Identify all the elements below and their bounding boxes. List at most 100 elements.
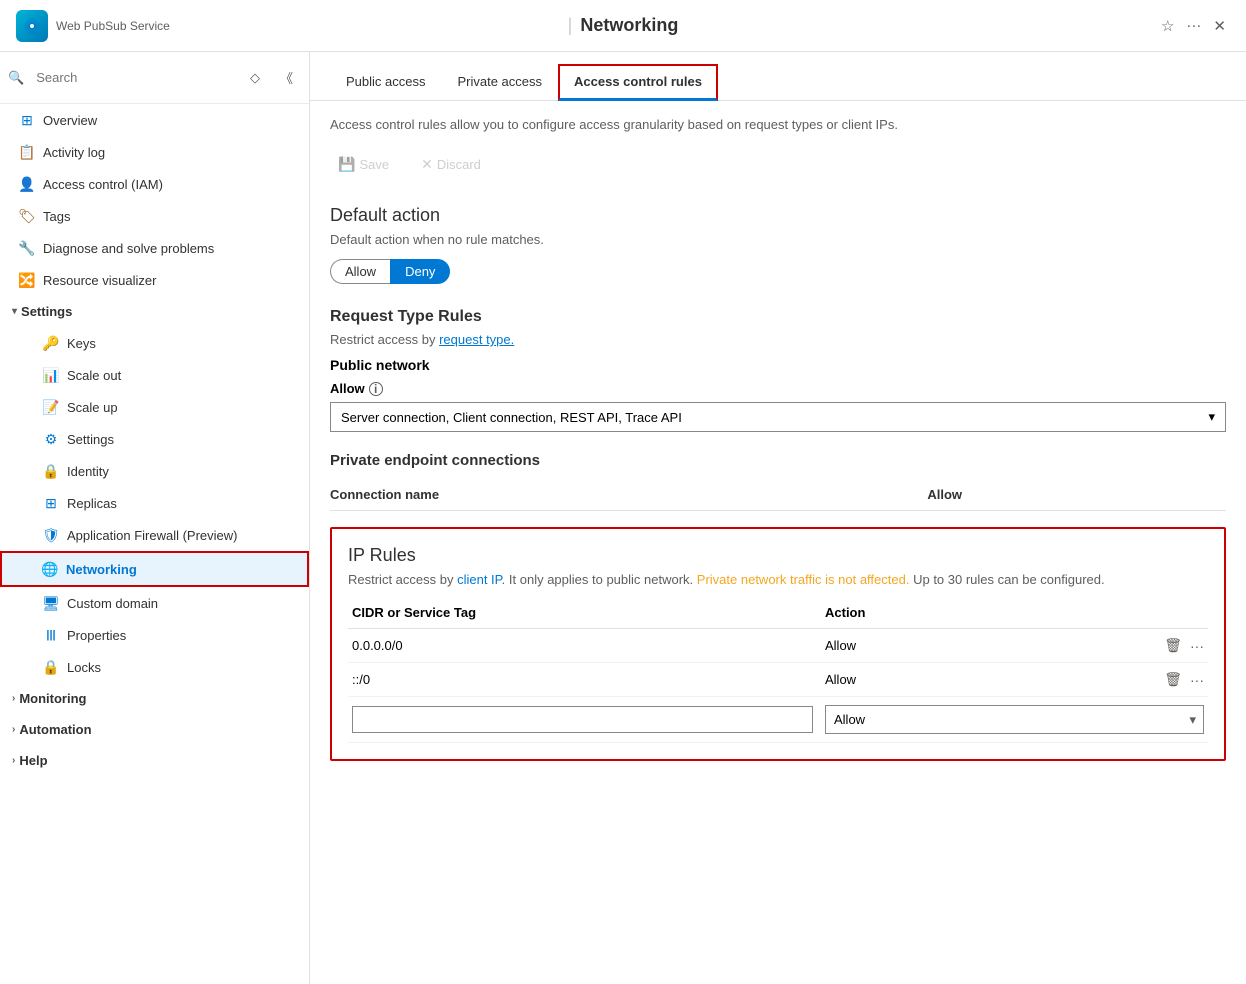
discard-icon: ✕ xyxy=(421,156,433,173)
settings-group-chevron: ▾ xyxy=(12,306,17,317)
public-network-title: Public network xyxy=(330,357,1226,373)
sidebar-item-app-firewall[interactable]: 🛡 Application Firewall (Preview) xyxy=(0,519,309,551)
locks-icon: 🔒 xyxy=(43,659,59,675)
sidebar-item-overview[interactable]: ⊞ Overview xyxy=(0,104,309,136)
new-cidr-input[interactable] xyxy=(352,706,813,733)
sidebar-item-scale-up[interactable]: 📝 Scale up xyxy=(0,391,309,423)
ip-rule-action-0: Allow xyxy=(821,629,1079,663)
sidebar-item-tags[interactable]: 🏷 Tags xyxy=(0,200,309,232)
sidebar-item-access-control[interactable]: 👤 Access control (IAM) xyxy=(0,168,309,200)
request-type-link[interactable]: request type. xyxy=(439,332,514,347)
page-title-bar: | Networking xyxy=(568,15,679,36)
service-name-label: Web PubSub Service xyxy=(56,19,170,33)
ip-rule-cidr-1: ::/0 xyxy=(348,663,821,697)
sidebar-item-resource-visualizer[interactable]: 🔀 Resource visualizer xyxy=(0,264,309,296)
dropdown-chevron-icon: ▾ xyxy=(1208,409,1215,425)
sidebar-item-replicas[interactable]: ⊞ Replicas xyxy=(0,487,309,519)
sidebar-group-help[interactable]: › Help xyxy=(0,745,309,776)
allow-toggle-button[interactable]: Allow xyxy=(330,259,390,284)
help-group-chevron: › xyxy=(12,755,15,766)
diagnose-icon: 🔧 xyxy=(19,240,35,256)
allow-field-label: Allow i xyxy=(330,381,1226,396)
monitoring-group-chevron: › xyxy=(12,693,15,704)
client-ip-link[interactable]: client IP xyxy=(457,572,502,587)
ip-rules-title: IP Rules xyxy=(348,545,1208,566)
sidebar-item-scale-out[interactable]: 📊 Scale out xyxy=(0,359,309,391)
sidebar: 🔍 ◇ 《 ⊞ Overview 📋 Activity log 👤 Access… xyxy=(0,52,310,984)
overview-icon: ⊞ xyxy=(19,112,35,128)
tags-icon: 🏷 xyxy=(19,208,35,224)
action-header: Action xyxy=(821,597,1079,629)
networking-icon: 🌐 xyxy=(42,561,58,577)
allow-header: Allow xyxy=(927,487,1226,502)
sidebar-item-properties[interactable]: ||| Properties xyxy=(0,619,309,651)
sidebar-item-locks[interactable]: 🔒 Locks xyxy=(0,651,309,683)
new-action-select-wrapper: Allow Deny xyxy=(825,705,1204,734)
search-input[interactable] xyxy=(28,65,238,90)
ip-rule-new-row: Allow Deny xyxy=(348,697,1208,743)
tab-public-access[interactable]: Public access xyxy=(330,64,441,101)
dropdown-value: Server connection, Client connection, RE… xyxy=(341,410,682,425)
ip-rules-description: Restrict access by client IP. It only ap… xyxy=(348,572,1208,587)
private-endpoint-title: Private endpoint connections xyxy=(330,452,1226,469)
info-icon[interactable]: i xyxy=(369,382,383,396)
service-logo-icon xyxy=(16,10,48,42)
sidebar-group-monitoring[interactable]: › Monitoring xyxy=(0,683,309,714)
content-body: Access control rules allow you to config… xyxy=(310,117,1246,781)
delete-rule-0-button[interactable]: 🗑 xyxy=(1164,637,1182,654)
favorite-icon[interactable]: ☆ xyxy=(1161,17,1174,35)
discard-label: Discard xyxy=(437,157,481,172)
sidebar-item-custom-domain[interactable]: 🖥 Custom domain xyxy=(0,587,309,619)
connection-name-header: Connection name xyxy=(330,487,927,502)
sidebar-group-automation[interactable]: › Automation xyxy=(0,714,309,745)
access-control-icon: 👤 xyxy=(19,176,35,192)
sidebar-item-identity[interactable]: 🔒 Identity xyxy=(0,455,309,487)
properties-icon: ||| xyxy=(43,627,59,643)
replicas-icon: ⊞ xyxy=(43,495,59,511)
ip-rule-actions-0: 🗑 ··· xyxy=(1079,629,1208,663)
connection-types-dropdown[interactable]: Server connection, Client connection, RE… xyxy=(330,402,1226,432)
search-icon: 🔍 xyxy=(8,70,24,86)
save-icon: 💾 xyxy=(338,156,355,173)
top-bar-actions: ☆ ··· ✕ xyxy=(1161,17,1226,35)
content-tabs: Public access Private access Access cont… xyxy=(310,64,1246,101)
monitoring-group-label: Monitoring xyxy=(19,691,86,706)
ip-rules-table: CIDR or Service Tag Action 0.0.0.0/0 All… xyxy=(348,597,1208,743)
ip-rule-row-1: ::/0 Allow 🗑 ··· xyxy=(348,663,1208,697)
new-action-select[interactable]: Allow Deny xyxy=(825,705,1204,734)
help-group-label: Help xyxy=(19,753,47,768)
ip-rule-actions-1: 🗑 ··· xyxy=(1079,663,1208,697)
resource-viz-icon: 🔀 xyxy=(19,272,35,288)
ip-rules-section: IP Rules Restrict access by client IP. I… xyxy=(330,527,1226,761)
rules-limit-note: Up to 30 rules can be configured. xyxy=(913,572,1105,587)
tab-access-control-rules[interactable]: Access control rules xyxy=(558,64,718,101)
delete-rule-1-button[interactable]: 🗑 xyxy=(1164,671,1182,688)
request-type-rules-title: Request Type Rules xyxy=(330,308,1226,326)
deny-toggle-button[interactable]: Deny xyxy=(390,259,450,284)
settings-group-label: Settings xyxy=(21,304,72,319)
sidebar-expand-button[interactable]: ◇ xyxy=(242,62,268,94)
ip-rule-action-1: Allow xyxy=(821,663,1079,697)
save-button[interactable]: 💾 Save xyxy=(330,152,397,177)
request-type-rules-desc: Restrict access by request type. xyxy=(330,332,1226,347)
default-action-desc: Default action when no rule matches. xyxy=(330,232,1226,247)
sidebar-item-networking[interactable]: 🌐 Networking xyxy=(0,551,309,587)
more-rule-0-button[interactable]: ··· xyxy=(1190,638,1204,654)
service-badge: Web PubSub Service xyxy=(16,10,170,42)
sidebar-item-diagnose[interactable]: 🔧 Diagnose and solve problems xyxy=(0,232,309,264)
close-icon[interactable]: ✕ xyxy=(1213,17,1226,35)
more-rule-1-button[interactable]: ··· xyxy=(1190,672,1204,688)
tab-private-access[interactable]: Private access xyxy=(441,64,558,101)
main-layout: 🔍 ◇ 《 ⊞ Overview 📋 Activity log 👤 Access… xyxy=(0,52,1246,984)
default-action-toggle: Allow Deny xyxy=(330,259,1226,284)
endpoint-table-header: Connection name Allow xyxy=(330,479,1226,511)
sidebar-search-row: 🔍 ◇ 《 xyxy=(0,52,309,104)
sidebar-group-settings[interactable]: ▾ Settings xyxy=(0,296,309,327)
ip-rule-row-0: 0.0.0.0/0 Allow 🗑 ··· xyxy=(348,629,1208,663)
more-options-icon[interactable]: ··· xyxy=(1186,17,1201,34)
sidebar-item-activity-log[interactable]: 📋 Activity log xyxy=(0,136,309,168)
sidebar-collapse-button[interactable]: 《 xyxy=(272,60,301,95)
sidebar-item-settings[interactable]: ⚙ Settings xyxy=(0,423,309,455)
sidebar-item-keys[interactable]: 🔑 Keys xyxy=(0,327,309,359)
discard-button[interactable]: ✕ Discard xyxy=(413,152,489,177)
